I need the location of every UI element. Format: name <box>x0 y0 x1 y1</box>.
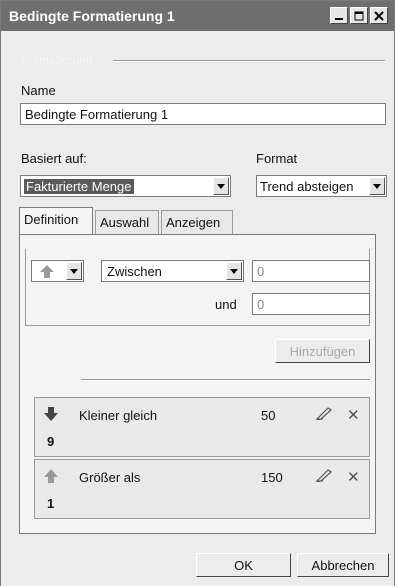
rule-value: 150 <box>261 470 283 485</box>
rule-count: 9 <box>47 434 55 449</box>
title-bar: Bedingte Formatierung 1 <box>1 1 394 31</box>
based-on-label: Basiert auf: <box>21 151 87 166</box>
tab-anzeigen[interactable]: Anzeigen <box>161 210 233 234</box>
value-to-field[interactable]: 0 <box>252 293 370 315</box>
rule-count: 1 <box>47 496 55 511</box>
rule-card[interactable]: Kleiner gleich 50 ✕ 9 <box>34 397 370 457</box>
direction-select[interactable] <box>31 260 84 282</box>
pencil-icon[interactable] <box>315 468 333 482</box>
window-title: Bedingte Formatierung 1 <box>9 8 175 24</box>
operator-select[interactable]: Zwischen <box>101 260 244 282</box>
rule-value: 50 <box>261 408 276 423</box>
group-legend-top: Formatierung <box>21 53 93 67</box>
based-on-value: Fakturierte Menge <box>24 179 134 194</box>
value-from-field[interactable]: 0 <box>252 260 370 282</box>
group-divider-top <box>113 60 385 62</box>
window-controls <box>330 7 388 24</box>
delete-icon[interactable]: ✕ <box>347 468 360 486</box>
maximize-icon[interactable] <box>350 7 368 24</box>
rules-legend: Regeln <box>33 372 72 386</box>
arrow-down-icon <box>44 407 58 421</box>
tab-definition[interactable]: Definition <box>19 207 93 234</box>
and-label: und <box>215 297 237 312</box>
rules-divider <box>81 379 370 381</box>
close-icon[interactable] <box>370 7 388 24</box>
rule-condition: Kleiner gleich <box>79 408 158 423</box>
chevron-down-icon[interactable] <box>66 262 82 280</box>
chevron-down-icon[interactable] <box>213 177 229 195</box>
chevron-down-icon[interactable] <box>369 177 385 195</box>
tab-auswahl[interactable]: Auswahl <box>95 210 159 234</box>
delete-icon[interactable]: ✕ <box>347 406 360 424</box>
pencil-icon[interactable] <box>315 406 333 420</box>
rule-card[interactable]: Größer als 150 ✕ 1 <box>34 459 370 519</box>
cancel-button[interactable]: Abbrechen <box>297 553 389 577</box>
operator-value: Zwischen <box>107 264 162 279</box>
name-label: Name <box>21 83 56 98</box>
format-value: Trend absteigen <box>260 179 354 194</box>
add-button[interactable]: Hinzufügen <box>275 339 370 363</box>
dialog-window: Bedingte Formatierung 1 Formatierung Nam… <box>0 0 395 586</box>
arrow-up-icon <box>44 469 58 483</box>
name-field[interactable]: Bedingte Formatierung 1 <box>20 103 386 125</box>
minimize-icon[interactable] <box>330 7 348 24</box>
based-on-select[interactable]: Fakturierte Menge <box>20 175 231 197</box>
format-label: Format <box>256 151 298 166</box>
chevron-down-icon[interactable] <box>226 262 242 280</box>
rule-condition: Größer als <box>79 470 141 485</box>
ok-button[interactable]: OK <box>196 553 291 577</box>
format-select[interactable]: Trend absteigen <box>256 175 387 197</box>
arrow-up-icon <box>40 265 54 278</box>
